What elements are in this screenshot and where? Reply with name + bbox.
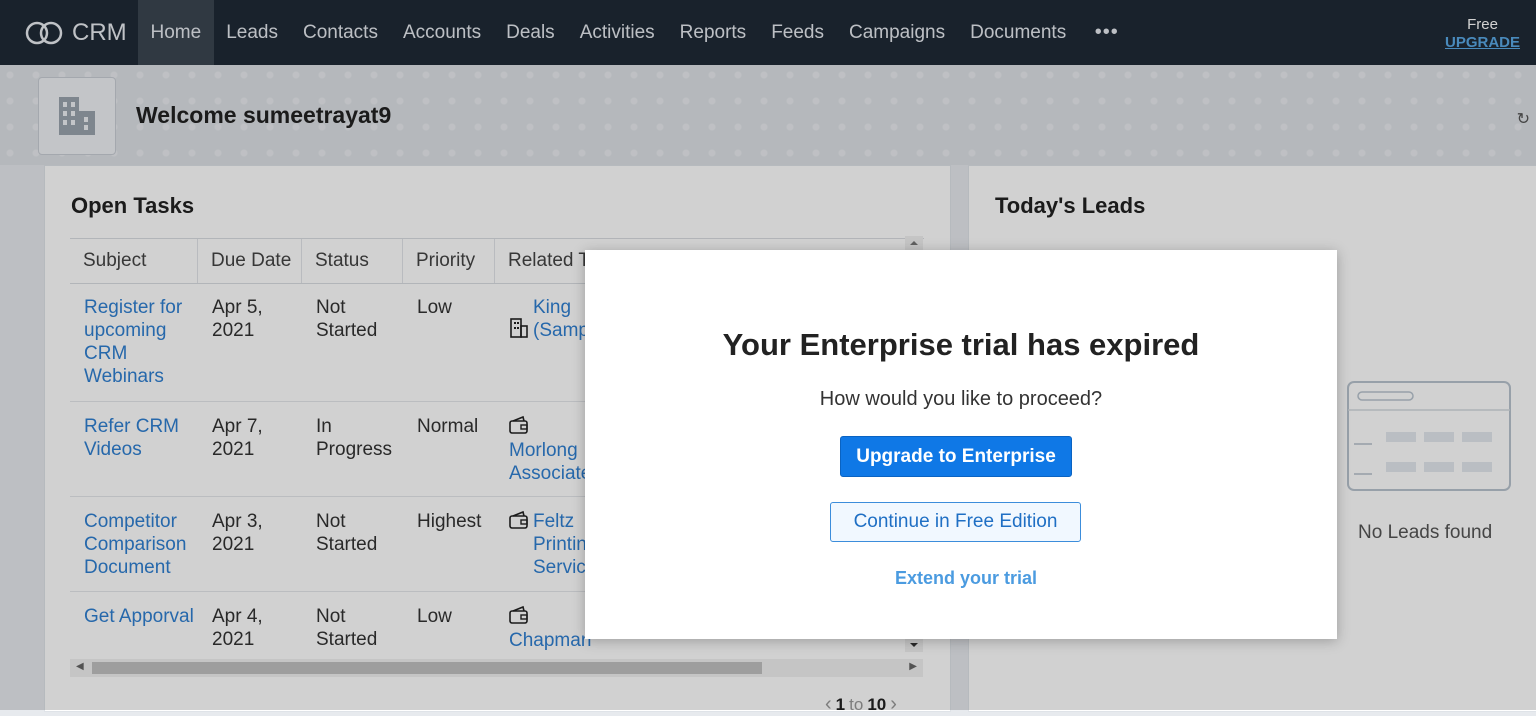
modal-subtitle: How would you like to proceed? — [819, 388, 1103, 410]
trial-expired-modal: Your Enterprise trial has expired How wo… — [585, 250, 1337, 639]
modal-title: Your Enterprise trial has expired — [722, 327, 1200, 362]
continue-free-edition-button[interactable]: Continue in Free Edition — [830, 502, 1081, 542]
extend-trial-link[interactable]: Extend your trial — [585, 568, 1337, 589]
upgrade-to-enterprise-button[interactable]: Upgrade to Enterprise — [840, 436, 1072, 477]
